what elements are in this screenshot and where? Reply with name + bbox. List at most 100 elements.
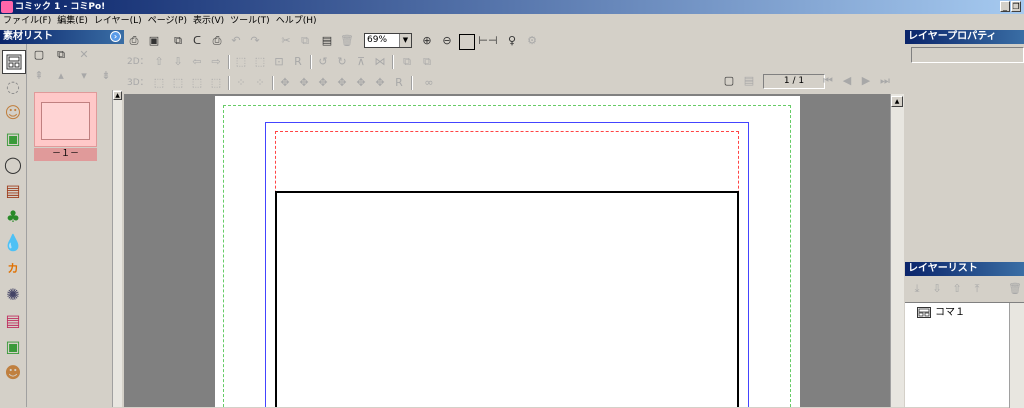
user-character-icon[interactable]: ☻ bbox=[2, 362, 24, 384]
settings-gear-icon[interactable]: ⚙ bbox=[525, 34, 539, 48]
tree-icon[interactable]: ♣ bbox=[2, 206, 24, 228]
last-page-icon[interactable]: ⏭ bbox=[878, 74, 892, 88]
layer-item[interactable]: コマ１ bbox=[917, 306, 1017, 320]
2d-flip-vertical-icon[interactable]: ⊼ bbox=[354, 55, 368, 69]
3d-object-icon[interactable]: ▣ bbox=[2, 128, 24, 150]
undo-icon[interactable]: ↶ bbox=[229, 34, 243, 48]
background-image-icon[interactable]: ▤ bbox=[2, 180, 24, 202]
canvas-scroll-up-icon[interactable]: ▲ bbox=[891, 96, 903, 107]
2d-shrink-icon[interactable]: ⬚ bbox=[253, 55, 267, 69]
layer-move-top-icon[interactable]: ⤒ bbox=[970, 282, 984, 296]
zoom-out-icon[interactable]: ⊖ bbox=[440, 34, 454, 48]
comic-page[interactable] bbox=[215, 96, 800, 407]
zoom-dropdown-arrow-icon[interactable]: ▼ bbox=[399, 34, 411, 47]
move-bottom-icon[interactable]: ⇟ bbox=[99, 69, 113, 83]
paste-icon[interactable]: ᑕ bbox=[190, 34, 204, 48]
toolbar-2d-label: 2D： bbox=[127, 57, 149, 67]
clipboard-icon[interactable]: ▤ bbox=[320, 34, 334, 48]
menu-file[interactable]: ファイル(F) bbox=[0, 14, 54, 29]
thumbnail-scrollbar[interactable]: ▲ bbox=[112, 90, 122, 407]
3d-link-icon[interactable]: ∞ bbox=[422, 76, 436, 90]
panel-toggle-icon[interactable]: › bbox=[110, 31, 121, 42]
next-page-icon[interactable]: ▶ bbox=[859, 74, 873, 88]
2d-reset-icon[interactable]: R bbox=[291, 55, 305, 69]
cut-icon[interactable]: ✂ bbox=[279, 34, 293, 48]
scroll-up-arrow-icon[interactable]: ▲ bbox=[113, 91, 122, 100]
sound-effect-text-icon[interactable]: カ bbox=[2, 258, 24, 280]
2d-move-down-icon[interactable]: ⇩ bbox=[171, 55, 185, 69]
panel-frame[interactable] bbox=[275, 191, 739, 407]
layer-properties-field[interactable] bbox=[911, 47, 1024, 63]
menu-help[interactable]: ヘルプ(H) bbox=[273, 14, 320, 29]
effect-drop-icon[interactable]: 💧 bbox=[2, 232, 24, 254]
2d-bring-front-icon[interactable]: ⧉ bbox=[400, 55, 414, 69]
3d-view-side-icon[interactable]: ⬚ bbox=[171, 76, 185, 90]
redo-icon[interactable]: ↷ bbox=[248, 34, 262, 48]
page-thumbnail[interactable] bbox=[34, 92, 97, 147]
fit-page-icon[interactable] bbox=[459, 34, 475, 50]
3d-move-right-icon[interactable]: ✥ bbox=[335, 76, 349, 90]
background-icon[interactable]: ◌ bbox=[2, 76, 24, 98]
2d-send-back-icon[interactable]: ⧉ bbox=[420, 55, 434, 69]
new-page-icon[interactable]: ▢ bbox=[32, 48, 46, 62]
3d-move-up-icon[interactable]: ✥ bbox=[354, 76, 368, 90]
menu-page[interactable]: ページ(P) bbox=[145, 14, 190, 29]
menu-view[interactable]: 表示(V) bbox=[190, 14, 227, 29]
window-title: コミック 1 - コミPo! bbox=[15, 2, 106, 12]
2d-center-icon[interactable]: ⊡ bbox=[272, 55, 286, 69]
prev-page-icon[interactable]: ◀ bbox=[840, 74, 854, 88]
panel-frame-icon[interactable] bbox=[2, 50, 26, 74]
2d-move-right-icon[interactable]: ⇨ bbox=[209, 55, 223, 69]
move-top-icon[interactable]: ⇞ bbox=[32, 69, 46, 83]
zoom-in-icon[interactable]: ⊕ bbox=[420, 34, 434, 48]
3d-view-angle-icon[interactable]: ⬚ bbox=[209, 76, 223, 90]
3d-move-left-icon[interactable]: ✥ bbox=[316, 76, 330, 90]
character-icon[interactable]: ☺ bbox=[2, 102, 24, 124]
add-page-icon[interactable]: ▢ bbox=[722, 74, 736, 88]
menu-tools[interactable]: ツール(T) bbox=[227, 14, 273, 29]
layer-move-up-icon[interactable]: ⇧ bbox=[950, 282, 964, 296]
delete-page-icon[interactable]: ✕ bbox=[77, 48, 91, 62]
menu-edit[interactable]: 編集(E) bbox=[54, 14, 91, 29]
speech-bubble-icon[interactable]: ◯ bbox=[2, 154, 24, 176]
speed-lines-icon[interactable]: ✺ bbox=[2, 284, 24, 306]
light-bulb-icon[interactable]: ♀ bbox=[505, 34, 519, 48]
layer-delete-icon[interactable]: 🗑 bbox=[1008, 282, 1022, 296]
2d-scale-icon[interactable]: ⬚ bbox=[234, 55, 248, 69]
first-page-icon[interactable]: ⏮ bbox=[821, 74, 835, 88]
layer-list-scrollbar[interactable] bbox=[1009, 303, 1024, 408]
2d-move-up-icon[interactable]: ⇧ bbox=[152, 55, 166, 69]
zoom-select[interactable]: 69% ▼ bbox=[364, 33, 412, 48]
copy-page-icon[interactable]: ⧉ bbox=[54, 48, 68, 62]
3d-scale-up-icon[interactable]: ⁘ bbox=[234, 76, 248, 90]
move-up-icon[interactable]: ▴ bbox=[54, 69, 68, 83]
fit-width-icon[interactable]: ⊢⊣ bbox=[478, 34, 497, 48]
3d-view-front-icon[interactable]: ⬚ bbox=[152, 76, 166, 90]
layer-move-down-icon[interactable]: ⇩ bbox=[930, 282, 944, 296]
user-material-icon[interactable]: ▤ bbox=[2, 310, 24, 332]
print-preview-icon[interactable]: ⎙ bbox=[210, 34, 224, 48]
canvas-scrollbar[interactable]: ▲ bbox=[890, 94, 904, 407]
3d-reset-icon[interactable]: R bbox=[392, 76, 406, 90]
3d-view-top-icon[interactable]: ⬚ bbox=[190, 76, 204, 90]
duplicate-icon[interactable]: ⧉ bbox=[298, 34, 312, 48]
3d-move-back-icon[interactable]: ✥ bbox=[297, 76, 311, 90]
3d-move-down-icon[interactable]: ✥ bbox=[373, 76, 387, 90]
delete-icon[interactable]: 🗑 bbox=[340, 34, 354, 48]
3d-scale-down-icon[interactable]: ⁘ bbox=[253, 76, 267, 90]
minimize-button[interactable]: _ bbox=[1000, 1, 1010, 12]
2d-rotate-left-icon[interactable]: ↺ bbox=[316, 55, 330, 69]
layer-move-bottom-icon[interactable]: ⤓ bbox=[910, 282, 924, 296]
restore-button[interactable]: ❐ bbox=[1011, 1, 1021, 12]
2d-flip-horizontal-icon[interactable]: ⋈ bbox=[373, 55, 387, 69]
save-icon[interactable]: ▣ bbox=[147, 34, 161, 48]
3d-move-forward-icon[interactable]: ✥ bbox=[278, 76, 292, 90]
user-3d-icon[interactable]: ▣ bbox=[2, 336, 24, 358]
copy-icon[interactable]: ⧉ bbox=[171, 34, 185, 48]
print-icon[interactable]: ⎙ bbox=[127, 34, 141, 48]
2d-rotate-right-icon[interactable]: ↻ bbox=[335, 55, 349, 69]
menu-layer[interactable]: レイヤー(L) bbox=[91, 14, 145, 29]
2d-move-left-icon[interactable]: ⇦ bbox=[190, 55, 204, 69]
remove-page-icon[interactable]: ▤ bbox=[742, 74, 756, 88]
move-down-icon[interactable]: ▾ bbox=[77, 69, 91, 83]
